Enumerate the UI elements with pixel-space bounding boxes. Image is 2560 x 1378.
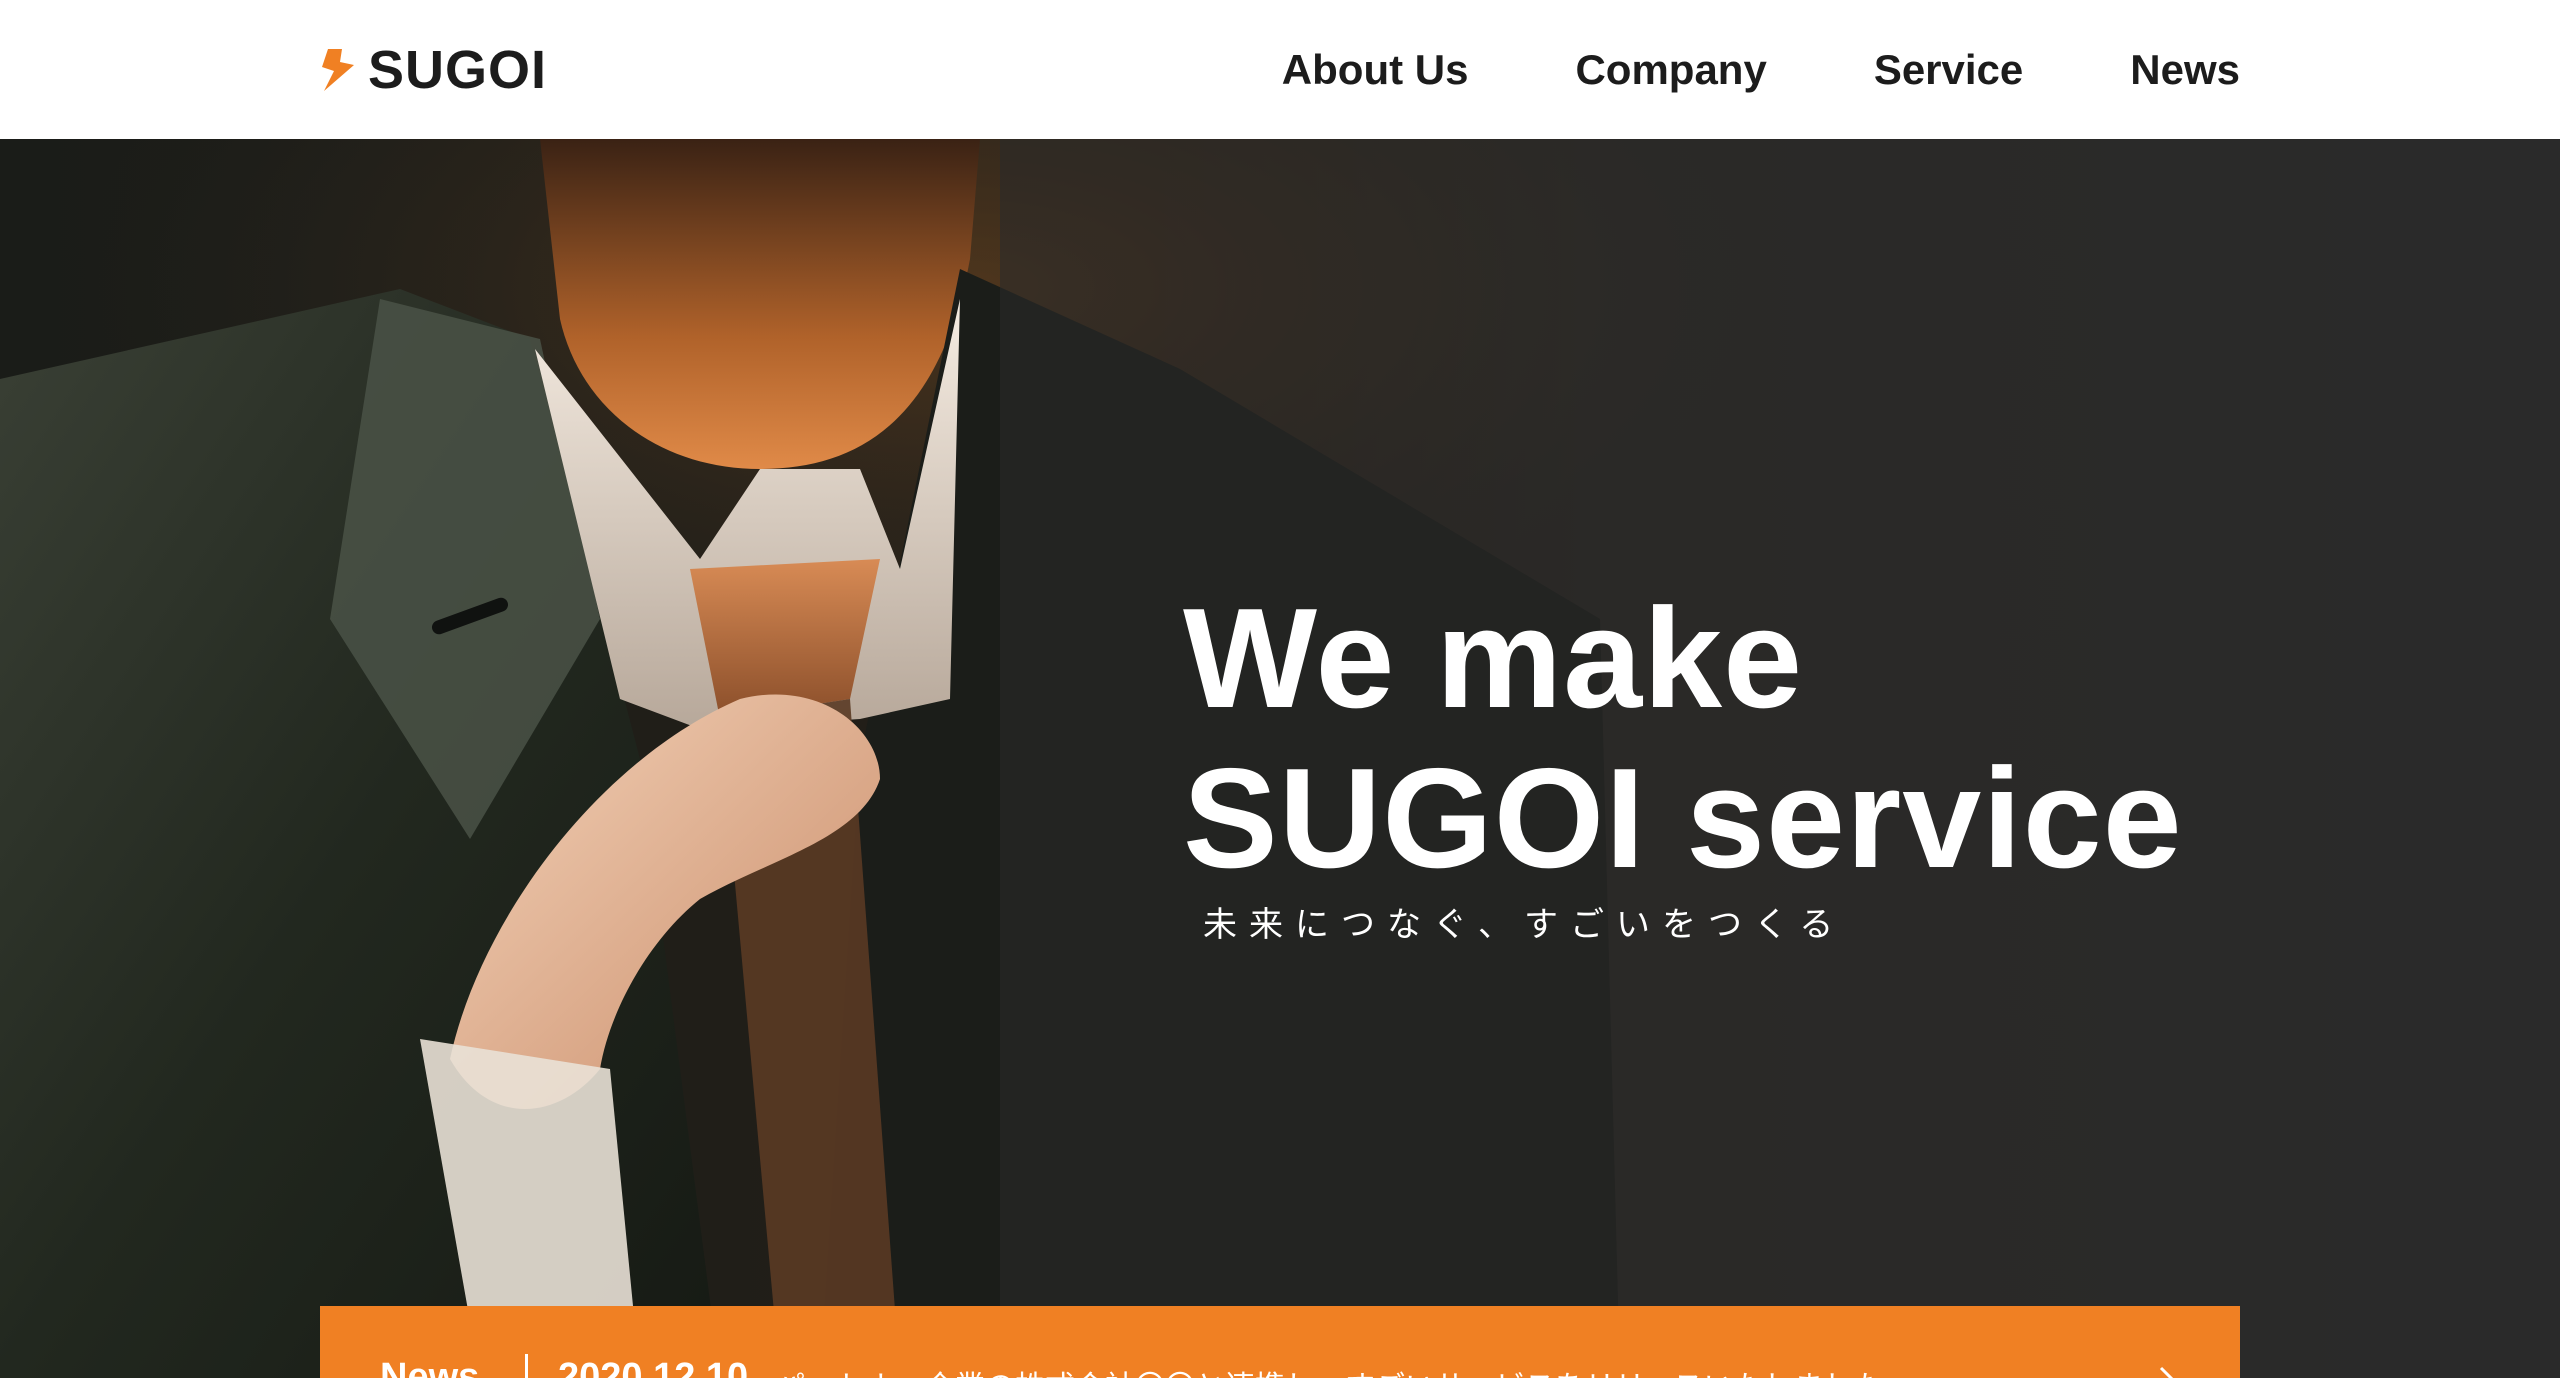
- headline-line-2: SUGOI service: [1183, 739, 2183, 898]
- site-logo[interactable]: SUGOI: [318, 40, 547, 100]
- news-ticker[interactable]: News 2020.12.10 パートナー企業の株式会社〇〇と連携し、すごいサー…: [320, 1306, 2240, 1378]
- logo-text: SUGOI: [368, 40, 548, 100]
- hero-section: We make SUGOI service 未来につなぐ、すごいをつくる: [0, 139, 2560, 1378]
- main-nav: About Us Company Service News: [1282, 40, 2240, 100]
- site-header: SUGOI About Us Company Service News: [0, 0, 2560, 139]
- chevron-right-icon[interactable]: [2156, 1364, 2180, 1378]
- news-divider: [525, 1354, 528, 1378]
- nav-service[interactable]: Service: [1874, 46, 2023, 94]
- lightning-bolt-icon: [322, 49, 354, 91]
- hero-headline: We make SUGOI service: [1183, 579, 2183, 899]
- news-label: News: [380, 1356, 480, 1378]
- nav-news[interactable]: News: [2130, 46, 2240, 94]
- hero-tagline: 未来につなぐ、すごいをつくる: [1203, 905, 1846, 945]
- news-headline[interactable]: パートナー企業の株式会社〇〇と連携し、すごいサービスをリリースいたしました: [775, 1362, 1884, 1378]
- nav-about-us[interactable]: About Us: [1282, 46, 1469, 94]
- nav-company[interactable]: Company: [1575, 46, 1766, 94]
- headline-line-1: We make: [1183, 579, 1804, 738]
- news-date: 2020.12.10: [558, 1356, 749, 1378]
